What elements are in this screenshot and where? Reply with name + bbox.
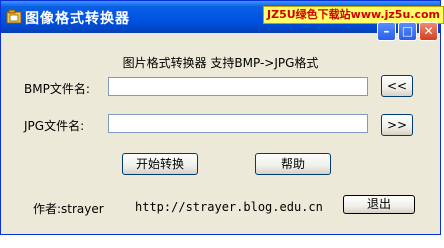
window-title: 图像格式转换器 <box>25 11 130 27</box>
exit-button[interactable]: 退出 <box>343 195 415 214</box>
bmp-filename-field[interactable] <box>108 77 368 96</box>
close-button[interactable]: ✕ <box>419 22 438 41</box>
watermark-badge: JZ5U绿色下载站www.jz5u.com <box>263 6 444 24</box>
app-icon <box>6 9 22 25</box>
help-button[interactable]: 帮助 <box>255 153 331 175</box>
close-icon: ✕ <box>423 24 434 38</box>
minimize-icon: – <box>383 24 390 38</box>
maximize-icon: □ <box>401 24 414 38</box>
author-label: 作者:strayer <box>33 202 104 216</box>
minimize-button[interactable]: – <box>377 22 396 41</box>
title-bar[interactable]: 图像格式转换器 JZ5U绿色下载站www.jz5u.com <box>1 1 444 33</box>
browse-jpg-button[interactable]: >> <box>381 114 413 136</box>
author-url: http://strayer.blog.edu.cn <box>135 200 323 214</box>
start-convert-button[interactable]: 开始转换 <box>122 153 198 175</box>
maximize-button[interactable]: □ <box>398 22 417 41</box>
browse-bmp-button[interactable]: << <box>381 75 413 97</box>
jpg-filename-label: JPG文件名: <box>24 119 85 133</box>
main-window: 图像格式转换器 JZ5U绿色下载站www.jz5u.com – □ ✕ 图片格式… <box>0 0 444 235</box>
bmp-filename-label: BMP文件名: <box>24 82 90 96</box>
app-subtitle: 图片格式转换器 支持BMP->JPG格式 <box>122 56 319 70</box>
jpg-filename-field[interactable] <box>108 114 368 133</box>
